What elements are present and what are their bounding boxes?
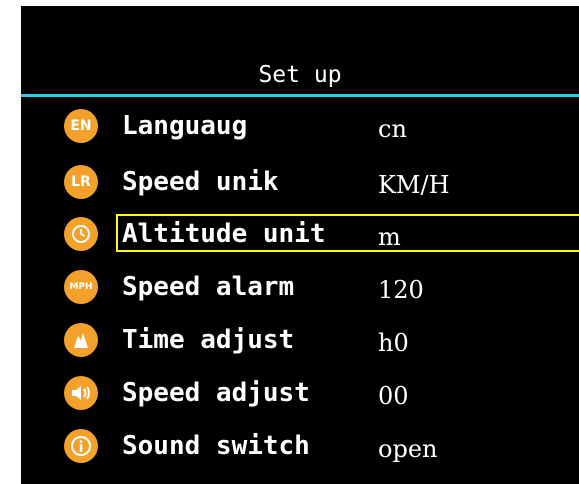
menu-item-value: m: [378, 223, 401, 251]
mountain-icon: [64, 323, 98, 357]
menu-item-value: cn: [378, 115, 407, 143]
menu-item-value: KM/H: [378, 171, 450, 199]
menu-item-speed-alarm[interactable]: MPH Speed alarm 120: [21, 264, 579, 308]
menu-item-label: Altitude unit: [122, 219, 326, 249]
mph-icon: MPH: [64, 270, 98, 304]
menu-item-value: h0: [378, 329, 409, 357]
menu-item-time-adjust[interactable]: Time adjust h0: [21, 317, 579, 361]
menu-item-language[interactable]: EN Languaug cn: [21, 103, 579, 147]
page-title: Set up: [258, 62, 342, 88]
menu-item-label: Speed adjust: [122, 378, 310, 408]
menu-item-value: 00: [378, 382, 409, 410]
title-divider: [21, 94, 579, 97]
menu-item-altitude-unit[interactable]: Altitude unit m: [21, 211, 579, 255]
menu-item-label: Languaug: [122, 111, 248, 141]
language-en-icon: EN: [64, 109, 98, 143]
menu-item-value: 120: [378, 276, 424, 304]
speaker-icon: [64, 376, 98, 410]
menu-item-value: open: [378, 435, 438, 463]
menu-item-speed-adjust[interactable]: Speed adjust 00: [21, 370, 579, 414]
speed-unit-lr-icon: LR: [64, 165, 98, 199]
menu-item-sound-switch[interactable]: Sound switch open: [21, 423, 579, 467]
info-icon: [64, 429, 98, 463]
menu-item-speed-unit[interactable]: LR Speed unik KM/H: [21, 159, 579, 203]
menu-item-label: Sound switch: [122, 431, 310, 461]
menu-item-label: Speed alarm: [122, 272, 295, 302]
clock-icon: [64, 217, 98, 251]
settings-screen: Set up EN Languaug cn LR Speed unik KM/H…: [21, 6, 579, 484]
menu-item-label: Time adjust: [122, 325, 295, 355]
menu-item-label: Speed unik: [122, 167, 279, 197]
